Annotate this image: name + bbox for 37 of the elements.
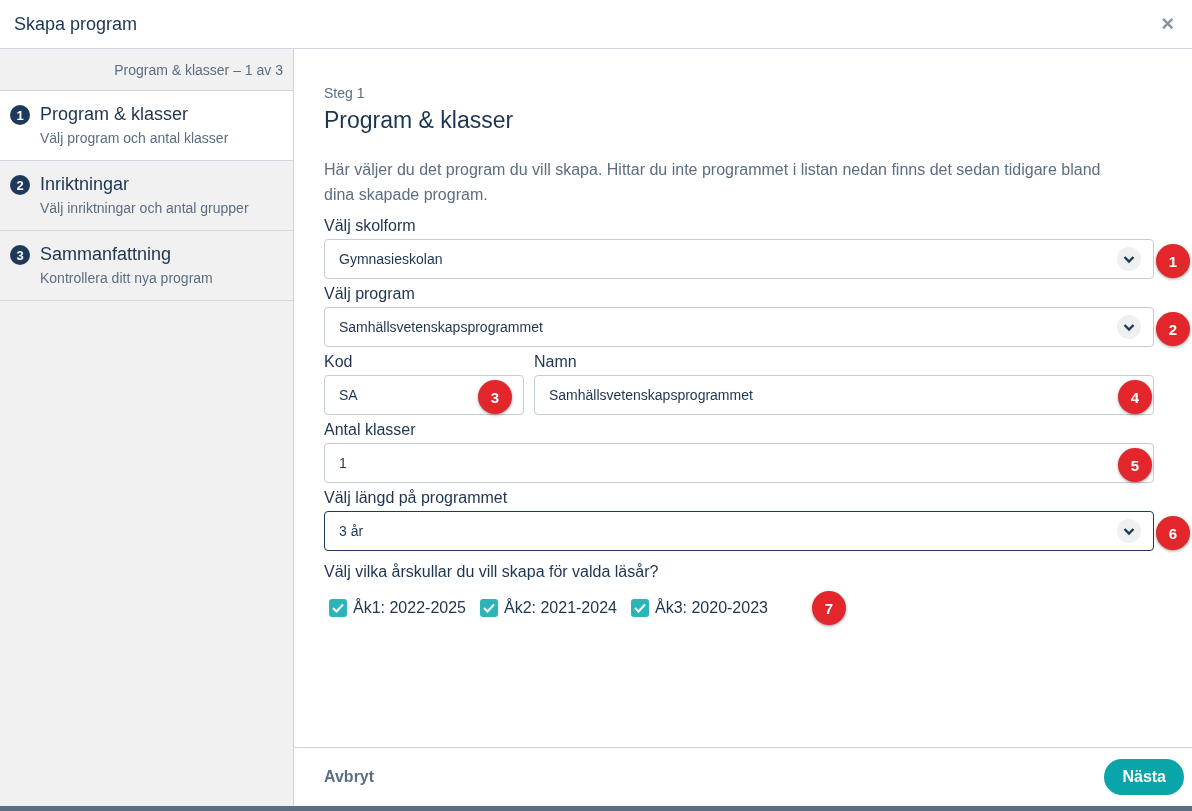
step-label: Steg 1: [324, 85, 366, 101]
window-title: Skapa program: [14, 13, 138, 35]
year-checkbox[interactable]: Åk1: 2022-2025: [329, 599, 466, 617]
field-label: Välj längd på programmet: [324, 489, 509, 507]
cancel-button[interactable]: Avbryt: [324, 768, 375, 786]
number-marker: 1: [1156, 244, 1190, 278]
step-item[interactable]: 2 Inriktningar Välj inriktningar och antal grupper: [0, 161, 293, 231]
field-label: Antal klasser: [324, 421, 417, 439]
number-marker: 2: [1156, 312, 1190, 346]
question-text: Välj vilka årskullar du vill skapa för valda läsår?: [324, 563, 660, 581]
step-subtitle: Välj program och antal klasser: [40, 130, 229, 146]
chevron-down-icon: [1117, 315, 1141, 339]
step-number: 3: [10, 245, 30, 265]
step-subtitle: Kontrollera ditt nya program: [40, 270, 213, 286]
number-marker: 6: [1156, 516, 1190, 550]
step-item[interactable]: 1 Program & klasser Välj program och antal klasser: [0, 91, 293, 161]
year-checkbox[interactable]: Åk3: 2020-2023: [630, 599, 768, 617]
dropdown-field[interactable]: 3 år: [324, 511, 1154, 551]
number-marker: 7: [811, 591, 846, 625]
step-number: 1: [10, 105, 30, 125]
field-label: Kod: [324, 353, 354, 371]
dropdown-field[interactable]: Samhällsvetenskapsprogrammet: [324, 307, 1154, 347]
field-label: Namn: [534, 353, 578, 371]
step-item[interactable]: 3 Sammanfattning Kontrollera ditt nya program: [0, 231, 293, 301]
chevron-down-icon: [1117, 247, 1141, 271]
page-heading: Program & klasser: [324, 107, 515, 134]
step-title: Sammanfattning: [40, 244, 173, 265]
step-subtitle: Välj inriktningar och antal grupper: [40, 200, 249, 216]
step-title: Program & klasser: [40, 104, 190, 125]
step-title: Inriktningar: [40, 174, 131, 195]
step-number: 2: [10, 175, 30, 195]
chevron-down-icon: [1117, 519, 1141, 543]
field-label: Välj skolform: [324, 217, 417, 235]
dropdown-field[interactable]: Gymnasieskolan: [324, 239, 1154, 279]
intro-text: Här väljer du det program du vill skapa. Hittar du inte programmet i listan nedan finns det sedan tidigare bland dina skapade program.: [324, 160, 1102, 205]
year-checkbox[interactable]: Åk2: 2021-2024: [480, 599, 617, 617]
field-label: Välj program: [324, 285, 416, 303]
